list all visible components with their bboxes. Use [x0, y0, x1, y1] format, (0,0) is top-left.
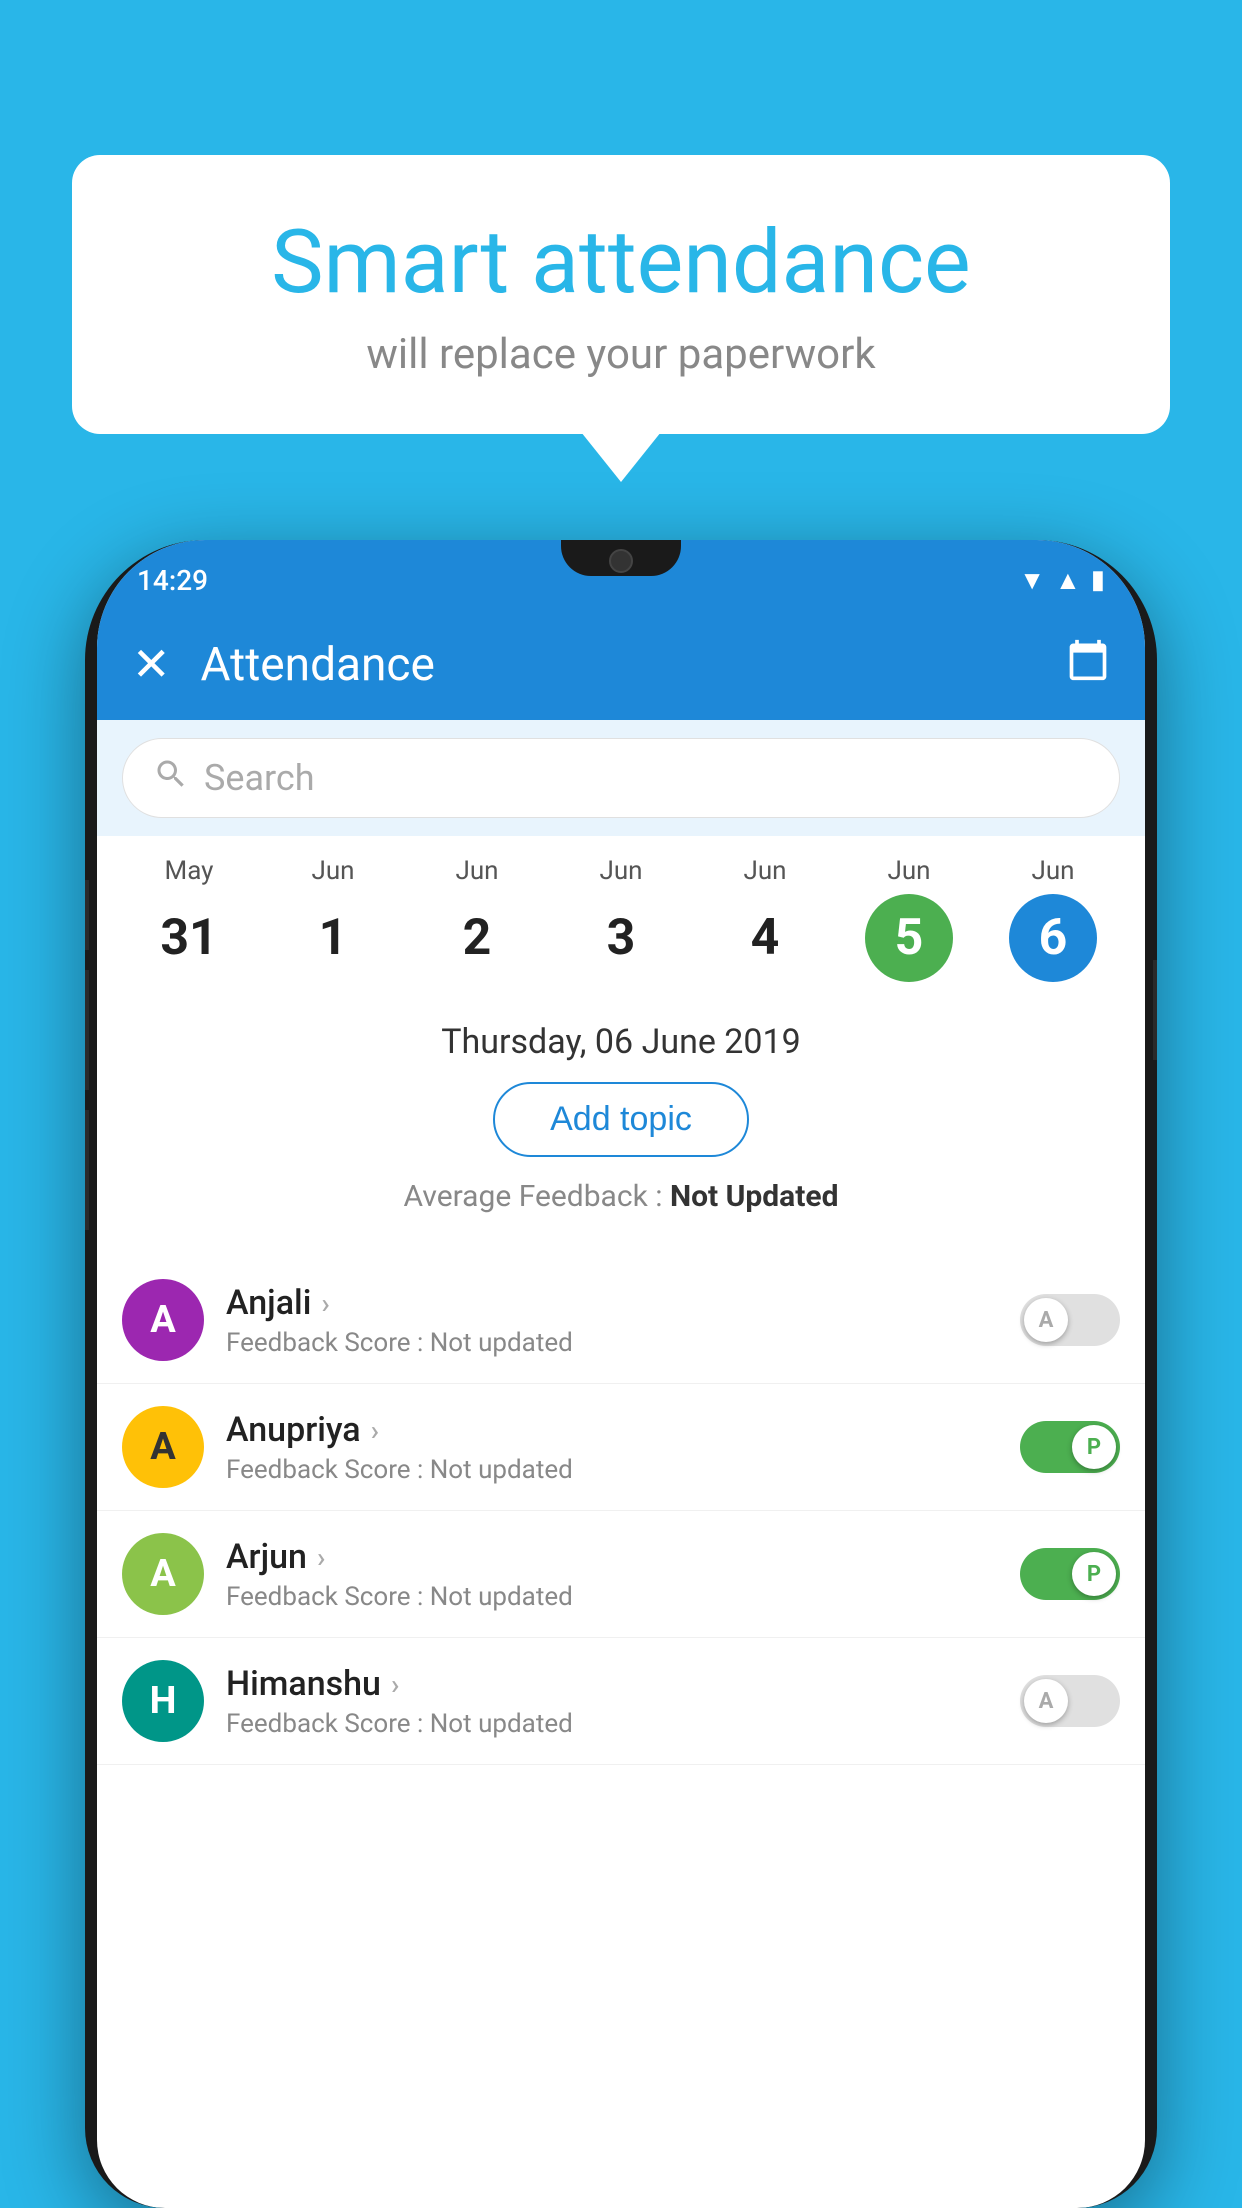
toggle-himanshu[interactable]: A — [1020, 1675, 1120, 1727]
add-topic-button[interactable]: Add topic — [493, 1082, 749, 1157]
student-info-anupriya: Anupriya › Feedback Score : Not updated — [226, 1410, 998, 1485]
volume-up-button — [85, 880, 89, 950]
student-info-arjun: Arjun › Feedback Score : Not updated — [226, 1537, 998, 1612]
search-bar[interactable]: Search — [122, 738, 1120, 818]
date-col-5[interactable]: Jun 5 — [849, 856, 969, 982]
speech-bubble-container: Smart attendance will replace your paper… — [72, 155, 1170, 434]
selected-date: Thursday, 06 June 2019 — [127, 1022, 1115, 1062]
front-camera — [609, 549, 633, 573]
status-icons: ▼ ▲ ▮ — [1019, 565, 1105, 596]
toggle-arjun[interactable]: P — [1020, 1548, 1120, 1600]
student-list: A Anjali › Feedback Score : Not updated … — [97, 1257, 1145, 1765]
student-info-himanshu: Himanshu › Feedback Score : Not updated — [226, 1664, 998, 1739]
search-icon — [153, 756, 189, 801]
chevron-icon-arjun: › — [317, 1541, 325, 1574]
student-item-himanshu[interactable]: H Himanshu › Feedback Score : Not update… — [97, 1638, 1145, 1765]
phone-frame: 14:29 ▼ ▲ ▮ ✕ Attendance — [85, 540, 1157, 2208]
close-button[interactable]: ✕ — [132, 642, 171, 688]
avg-feedback-label: Average Feedback : — [404, 1179, 670, 1214]
status-time: 14:29 — [137, 564, 208, 597]
student-item-anjali[interactable]: A Anjali › Feedback Score : Not updated … — [97, 1257, 1145, 1384]
volume-down-button — [85, 970, 89, 1090]
phone-screen: 14:29 ▼ ▲ ▮ ✕ Attendance — [97, 540, 1145, 2208]
battery-icon: ▮ — [1091, 565, 1105, 595]
phone-notch — [561, 540, 681, 576]
speech-subtitle: will replace your paperwork — [122, 330, 1120, 379]
search-container: Search — [97, 720, 1145, 836]
date-col-3[interactable]: Jun 3 — [561, 856, 681, 982]
avg-feedback-value: Not Updated — [670, 1179, 839, 1214]
avg-feedback: Average Feedback : Not Updated — [127, 1179, 1115, 1214]
avatar-himanshu: H — [122, 1660, 204, 1742]
avatar-anjali: A — [122, 1279, 204, 1361]
date-col-0[interactable]: May 31 — [129, 856, 249, 982]
chevron-icon-himanshu: › — [391, 1668, 399, 1701]
app-bar: ✕ Attendance — [97, 610, 1145, 720]
chevron-icon-anjali: › — [321, 1287, 329, 1320]
signal-icon: ▲ — [1055, 565, 1081, 596]
student-item-anupriya[interactable]: A Anupriya › Feedback Score : Not update… — [97, 1384, 1145, 1511]
student-name-himanshu: Himanshu — [226, 1664, 381, 1704]
avatar-anupriya: A — [122, 1406, 204, 1488]
student-name-arjun: Arjun — [226, 1537, 307, 1577]
toggle-anjali[interactable]: A — [1020, 1294, 1120, 1346]
speech-title: Smart attendance — [122, 215, 1120, 312]
toggle-anupriya[interactable]: P — [1020, 1421, 1120, 1473]
power-button — [1153, 960, 1157, 1060]
search-placeholder: Search — [204, 757, 315, 799]
student-info-anjali: Anjali › Feedback Score : Not updated — [226, 1283, 998, 1358]
student-name-anjali: Anjali — [226, 1283, 311, 1323]
date-col-2[interactable]: Jun 2 — [417, 856, 537, 982]
date-col-6[interactable]: Jun 6 — [993, 856, 1113, 982]
calendar-icon[interactable] — [1066, 638, 1110, 692]
student-name-anupriya: Anupriya — [226, 1410, 361, 1450]
app-title: Attendance — [201, 638, 1036, 692]
calendar-row: May 31 Jun 1 Jun 2 Jun 3 Jun 4 Jun 5 — [97, 836, 1145, 997]
student-item-arjun[interactable]: A Arjun › Feedback Score : Not updated P — [97, 1511, 1145, 1638]
content-area: Thursday, 06 June 2019 Add topic Average… — [97, 997, 1145, 1257]
wifi-icon: ▼ — [1019, 565, 1045, 596]
avatar-arjun: A — [122, 1533, 204, 1615]
date-col-4[interactable]: Jun 4 — [705, 856, 825, 982]
chevron-icon-anupriya: › — [371, 1414, 379, 1447]
date-col-1[interactable]: Jun 1 — [273, 856, 393, 982]
speech-bubble: Smart attendance will replace your paper… — [72, 155, 1170, 434]
silent-button — [85, 1110, 89, 1230]
